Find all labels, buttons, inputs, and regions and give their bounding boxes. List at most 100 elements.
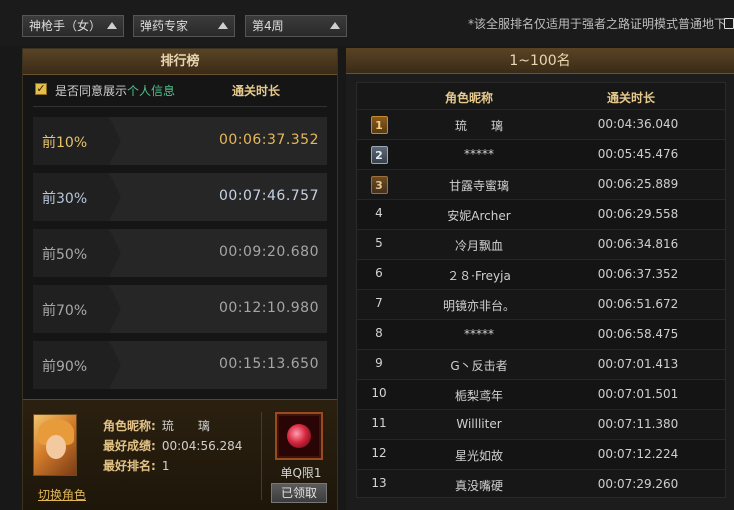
reward-item-icon[interactable] <box>275 412 323 460</box>
my-record-box: 切换角色 角色昵称: 琉 璃 最好成绩: 00:04:56.284 最好排名: 1 单… <box>23 399 337 510</box>
percentile-label: 前70% <box>42 303 88 319</box>
time-column-header: 通关时长 <box>607 91 656 105</box>
time-cell: 00:06:58.475 <box>597 327 679 341</box>
best-rank-value: 1 <box>161 459 170 473</box>
agree-text: 是否同意展示个人信息 <box>55 82 175 99</box>
rank-number: 4 <box>375 206 383 220</box>
nickname-column-header: 角色昵称 <box>445 91 494 105</box>
leaderboard-title: 排行榜 <box>23 49 337 75</box>
nickname-cell: 冷月飘血 <box>454 239 503 253</box>
top100-panel: 1~100名 角色昵称 通关时长 1 琉 璃 00:04:36.040 2 ***** 0… <box>346 48 734 510</box>
rank-cell: 8 <box>363 326 395 340</box>
nickname-cell: ***** <box>464 327 494 341</box>
time-cell: 00:04:36.040 <box>597 117 679 131</box>
triangle-up-icon <box>107 22 117 29</box>
divider <box>261 412 262 500</box>
nickname-cell: 星光如故 <box>454 449 503 463</box>
time-cell: 00:06:29.558 <box>597 207 679 221</box>
table-row: 4 安妮Archer 00:06:29.558 <box>357 199 725 229</box>
percentile-label: 前50% <box>42 247 88 263</box>
rank-cell: 9 <box>363 356 395 370</box>
table-row: 2 ***** 00:05:45.476 <box>357 139 725 169</box>
rank-badge-icon: 1 <box>370 116 388 134</box>
table-row: 9 G丶反击者 00:07:01.413 <box>357 349 725 379</box>
best-time-key: 最好成绩: <box>103 439 156 453</box>
gem-icon <box>287 424 311 448</box>
my-record-info: 角色昵称: 琉 璃 最好成绩: 00:04:56.284 最好排名: 1 <box>103 416 242 476</box>
percentile-label: 前30% <box>42 191 88 207</box>
time-cell: 00:06:25.889 <box>597 177 679 191</box>
nickname-cell: 甘露寺蜜璃 <box>448 179 509 193</box>
rank-cell: 4 <box>363 206 395 220</box>
percentile-row: 前90% 00:15:13.650 <box>33 341 327 389</box>
job-dropdown-value: 弹药专家 <box>140 19 189 33</box>
rank-cell: 13 <box>363 476 395 490</box>
class-dropdown[interactable]: 神枪手（女） <box>22 15 124 37</box>
percentile-time: 00:09:20.680 <box>218 244 319 260</box>
rank-number: 10 <box>371 386 387 400</box>
top100-title: 1~100名 <box>346 48 734 74</box>
percentile-time: 00:06:37.352 <box>218 132 319 148</box>
percentile-label: 前10% <box>42 135 88 151</box>
divider <box>33 106 327 107</box>
table-row: 11 Willliter 00:07:11.380 <box>357 409 725 439</box>
nickname-cell: 栀梨鸢年 <box>454 389 503 403</box>
percentile-row: 前30% 00:07:46.757 <box>33 173 327 221</box>
rank-cell: 12 <box>363 446 395 460</box>
week-dropdown[interactable]: 第4周 <box>245 15 347 37</box>
rank-cell: 10 <box>363 386 395 400</box>
table-row: 5 冷月飘血 00:06:34.816 <box>357 229 725 259</box>
percentile-time: 00:12:10.980 <box>218 300 319 316</box>
rank-cell: 11 <box>363 416 395 430</box>
rank-number: 11 <box>371 416 387 430</box>
nickname-cell: G丶反击者 <box>450 359 508 373</box>
table-row: 12 星光如故 00:07:12.224 <box>357 439 725 469</box>
table-header: 角色昵称 通关时长 <box>357 83 725 109</box>
percentile-row: 前50% 00:09:20.680 <box>33 229 327 277</box>
rank-badge-icon: 2 <box>370 146 388 164</box>
time-cell: 00:06:51.672 <box>597 297 679 311</box>
class-dropdown-value: 神枪手（女） <box>29 19 102 33</box>
time-cell: 00:07:29.260 <box>597 477 679 491</box>
leaderboard-panel: 排行榜 ✓ 是否同意展示个人信息 通关时长 前10% 00:06:37.352 … <box>22 48 338 510</box>
agree-prefix: 是否同意展示 <box>55 84 128 98</box>
nickname-cell: Willliter <box>456 417 502 431</box>
rank-cell: 6 <box>363 266 395 280</box>
nickname-key: 角色昵称: <box>103 419 156 433</box>
rank-number: 13 <box>371 476 387 490</box>
best-rank-key: 最好排名: <box>103 459 156 473</box>
reward-limit-label: 单Q限1 <box>280 466 322 480</box>
claimed-button[interactable]: 已领取 <box>271 483 327 503</box>
agree-checkbox[interactable]: ✓ <box>35 83 47 95</box>
switch-character-link[interactable]: 切换角色 <box>38 486 86 503</box>
table-row: 1 琉 璃 00:04:36.040 <box>357 109 725 139</box>
nickname-cell: 真没嘴硬 <box>454 479 503 493</box>
rank-number: 6 <box>375 266 383 280</box>
percentile-label: 前90% <box>42 359 88 375</box>
table-row: 7 明镜亦非台。 00:06:51.672 <box>357 289 725 319</box>
clear-time-header: 通关时长 <box>232 84 281 98</box>
percentile-row: 前70% 00:12:10.980 <box>33 285 327 333</box>
rank-cell: 7 <box>363 296 395 310</box>
nickname-cell: 明镜亦非台。 <box>442 299 515 313</box>
rank-number: 5 <box>375 236 383 250</box>
week-dropdown-value: 第4周 <box>252 19 284 33</box>
rank-cell: 1 <box>363 116 395 134</box>
percentile-row: 前10% 00:06:37.352 <box>33 117 327 165</box>
time-cell: 00:06:37.352 <box>597 267 679 281</box>
rank-cell: 5 <box>363 236 395 250</box>
rank-cell: 2 <box>363 146 395 164</box>
filter-bar: 神枪手（女） 弹药专家 第4周 *该全服排名仅适用于强者之路证明模式普通地下 <box>0 0 734 46</box>
time-cell: 00:05:45.476 <box>597 147 679 161</box>
personal-info-link[interactable]: 个人信息 <box>127 84 175 98</box>
ranking-notice: *该全服排名仅适用于强者之路证明模式普通地下 <box>468 17 727 31</box>
table-row: 13 真没嘴硬 00:07:29.260 <box>357 469 725 499</box>
nickname-cell: 安妮Archer <box>447 209 511 223</box>
expand-icon[interactable] <box>724 18 734 29</box>
table-row: 6 ２８·Freyja 00:06:37.352 <box>357 259 725 289</box>
table-row: 8 ***** 00:06:58.475 <box>357 319 725 349</box>
triangle-up-icon <box>218 22 228 29</box>
percentile-time: 00:15:13.650 <box>218 356 319 372</box>
job-dropdown[interactable]: 弹药专家 <box>133 15 235 37</box>
nickname-value: 琉 璃 <box>161 419 210 433</box>
